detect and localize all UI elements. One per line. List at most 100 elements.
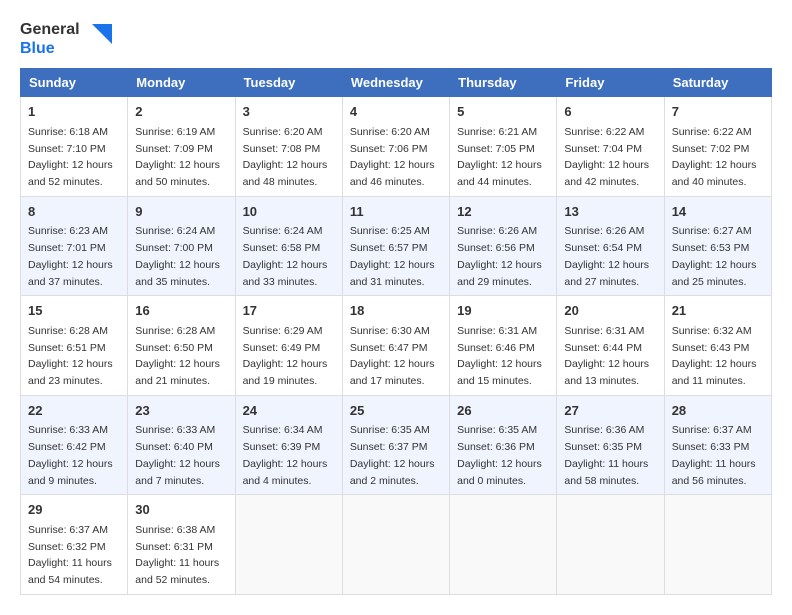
day-number: 2 [135,102,227,122]
day-number: 1 [28,102,120,122]
cell-info: Sunrise: 6:20 AMSunset: 7:06 PMDaylight:… [350,126,435,188]
calendar-cell: 10 Sunrise: 6:24 AMSunset: 6:58 PMDayligh… [235,196,342,296]
calendar-cell: 29 Sunrise: 6:37 AMSunset: 6:32 PMDayligh… [21,495,128,595]
cell-info: Sunrise: 6:32 AMSunset: 6:43 PMDaylight:… [672,325,757,387]
day-number: 14 [672,202,764,222]
day-number: 29 [28,500,120,520]
cell-info: Sunrise: 6:21 AMSunset: 7:05 PMDaylight:… [457,126,542,188]
cell-info: Sunrise: 6:33 AMSunset: 6:40 PMDaylight:… [135,424,220,486]
day-number: 10 [243,202,335,222]
cell-info: Sunrise: 6:33 AMSunset: 6:42 PMDaylight:… [28,424,113,486]
cell-info: Sunrise: 6:38 AMSunset: 6:31 PMDaylight:… [135,524,219,586]
calendar-cell: 5 Sunrise: 6:21 AMSunset: 7:05 PMDaylight… [450,97,557,197]
calendar-cell [450,495,557,595]
cell-info: Sunrise: 6:37 AMSunset: 6:32 PMDaylight:… [28,524,112,586]
cell-info: Sunrise: 6:31 AMSunset: 6:44 PMDaylight:… [564,325,649,387]
weekday-header-sunday: Sunday [21,69,128,97]
day-number: 28 [672,401,764,421]
logo-chevron-icon [82,24,112,54]
calendar-cell: 21 Sunrise: 6:32 AMSunset: 6:43 PMDayligh… [664,296,771,396]
weekday-header-tuesday: Tuesday [235,69,342,97]
cell-info: Sunrise: 6:19 AMSunset: 7:09 PMDaylight:… [135,126,220,188]
day-number: 8 [28,202,120,222]
calendar-cell: 30Sunrise: 6:38 AMSunset: 6:31 PMDayligh… [128,495,235,595]
calendar-cell: 19 Sunrise: 6:31 AMSunset: 6:46 PMDayligh… [450,296,557,396]
calendar-cell: 26Sunrise: 6:35 AMSunset: 6:36 PMDayligh… [450,395,557,495]
cell-info: Sunrise: 6:35 AMSunset: 6:37 PMDaylight:… [350,424,435,486]
calendar-cell: 8 Sunrise: 6:23 AMSunset: 7:01 PMDaylight… [21,196,128,296]
cell-info: Sunrise: 6:26 AMSunset: 6:54 PMDaylight:… [564,225,649,287]
day-number: 12 [457,202,549,222]
calendar-cell: 24 Sunrise: 6:34 AMSunset: 6:39 PMDayligh… [235,395,342,495]
calendar-cell: 11 Sunrise: 6:25 AMSunset: 6:57 PMDayligh… [342,196,449,296]
calendar-cell: 4 Sunrise: 6:20 AMSunset: 7:06 PMDaylight… [342,97,449,197]
weekday-header-saturday: Saturday [664,69,771,97]
day-number: 3 [243,102,335,122]
weekday-header-wednesday: Wednesday [342,69,449,97]
calendar-cell: 1 Sunrise: 6:18 AMSunset: 7:10 PMDaylight… [21,97,128,197]
cell-info: Sunrise: 6:30 AMSunset: 6:47 PMDaylight:… [350,325,435,387]
day-number: 4 [350,102,442,122]
cell-info: Sunrise: 6:23 AMSunset: 7:01 PMDaylight:… [28,225,113,287]
day-number: 18 [350,301,442,321]
day-number: 9 [135,202,227,222]
cell-info: Sunrise: 6:29 AMSunset: 6:49 PMDaylight:… [243,325,328,387]
day-number: 5 [457,102,549,122]
calendar-cell: 28 Sunrise: 6:37 AMSunset: 6:33 PMDayligh… [664,395,771,495]
weekday-header-friday: Friday [557,69,664,97]
cell-info: Sunrise: 6:22 AMSunset: 7:02 PMDaylight:… [672,126,757,188]
calendar-cell: 22 Sunrise: 6:33 AMSunset: 6:42 PMDayligh… [21,395,128,495]
calendar-cell: 23 Sunrise: 6:33 AMSunset: 6:40 PMDayligh… [128,395,235,495]
day-number: 21 [672,301,764,321]
header: General Blue [20,20,772,58]
logo-graphic: General Blue [20,20,112,58]
weekday-header-monday: Monday [128,69,235,97]
cell-info: Sunrise: 6:24 AMSunset: 6:58 PMDaylight:… [243,225,328,287]
day-number: 15 [28,301,120,321]
day-number: 17 [243,301,335,321]
day-number: 13 [564,202,656,222]
day-number: 16 [135,301,227,321]
day-number: 24 [243,401,335,421]
calendar-cell: 18 Sunrise: 6:30 AMSunset: 6:47 PMDayligh… [342,296,449,396]
calendar-cell: 15 Sunrise: 6:28 AMSunset: 6:51 PMDayligh… [21,296,128,396]
calendar-cell: 13 Sunrise: 6:26 AMSunset: 6:54 PMDayligh… [557,196,664,296]
day-number: 7 [672,102,764,122]
cell-info: Sunrise: 6:18 AMSunset: 7:10 PMDaylight:… [28,126,113,188]
calendar-cell: 16 Sunrise: 6:28 AMSunset: 6:50 PMDayligh… [128,296,235,396]
cell-info: Sunrise: 6:25 AMSunset: 6:57 PMDaylight:… [350,225,435,287]
calendar-cell: 7 Sunrise: 6:22 AMSunset: 7:02 PMDaylight… [664,97,771,197]
cell-info: Sunrise: 6:36 AMSunset: 6:35 PMDaylight:… [564,424,648,486]
weekday-header-thursday: Thursday [450,69,557,97]
calendar-cell: 20 Sunrise: 6:31 AMSunset: 6:44 PMDayligh… [557,296,664,396]
day-number: 19 [457,301,549,321]
calendar-cell: 9 Sunrise: 6:24 AMSunset: 7:00 PMDaylight… [128,196,235,296]
cell-info: Sunrise: 6:28 AMSunset: 6:51 PMDaylight:… [28,325,113,387]
day-number: 23 [135,401,227,421]
day-number: 20 [564,301,656,321]
cell-info: Sunrise: 6:31 AMSunset: 6:46 PMDaylight:… [457,325,542,387]
cell-info: Sunrise: 6:34 AMSunset: 6:39 PMDaylight:… [243,424,328,486]
calendar-table: SundayMondayTuesdayWednesdayThursdayFrid… [20,68,772,595]
calendar-cell: 6 Sunrise: 6:22 AMSunset: 7:04 PMDaylight… [557,97,664,197]
day-number: 11 [350,202,442,222]
cell-info: Sunrise: 6:24 AMSunset: 7:00 PMDaylight:… [135,225,220,287]
calendar-cell [235,495,342,595]
cell-info: Sunrise: 6:22 AMSunset: 7:04 PMDaylight:… [564,126,649,188]
calendar-cell: 25 Sunrise: 6:35 AMSunset: 6:37 PMDayligh… [342,395,449,495]
calendar-cell: 14 Sunrise: 6:27 AMSunset: 6:53 PMDayligh… [664,196,771,296]
cell-info: Sunrise: 6:27 AMSunset: 6:53 PMDaylight:… [672,225,757,287]
calendar-cell [557,495,664,595]
calendar-cell: 27Sunrise: 6:36 AMSunset: 6:35 PMDayligh… [557,395,664,495]
day-number: 25 [350,401,442,421]
cell-info: Sunrise: 6:28 AMSunset: 6:50 PMDaylight:… [135,325,220,387]
calendar-cell: 12Sunrise: 6:26 AMSunset: 6:56 PMDayligh… [450,196,557,296]
cell-info: Sunrise: 6:37 AMSunset: 6:33 PMDaylight:… [672,424,756,486]
calendar-cell: 17 Sunrise: 6:29 AMSunset: 6:49 PMDayligh… [235,296,342,396]
calendar-cell: 2 Sunrise: 6:19 AMSunset: 7:09 PMDaylight… [128,97,235,197]
calendar-cell [342,495,449,595]
cell-info: Sunrise: 6:35 AMSunset: 6:36 PMDaylight:… [457,424,542,486]
day-number: 6 [564,102,656,122]
calendar-cell: 3Sunrise: 6:20 AMSunset: 7:08 PMDaylight… [235,97,342,197]
day-number: 22 [28,401,120,421]
